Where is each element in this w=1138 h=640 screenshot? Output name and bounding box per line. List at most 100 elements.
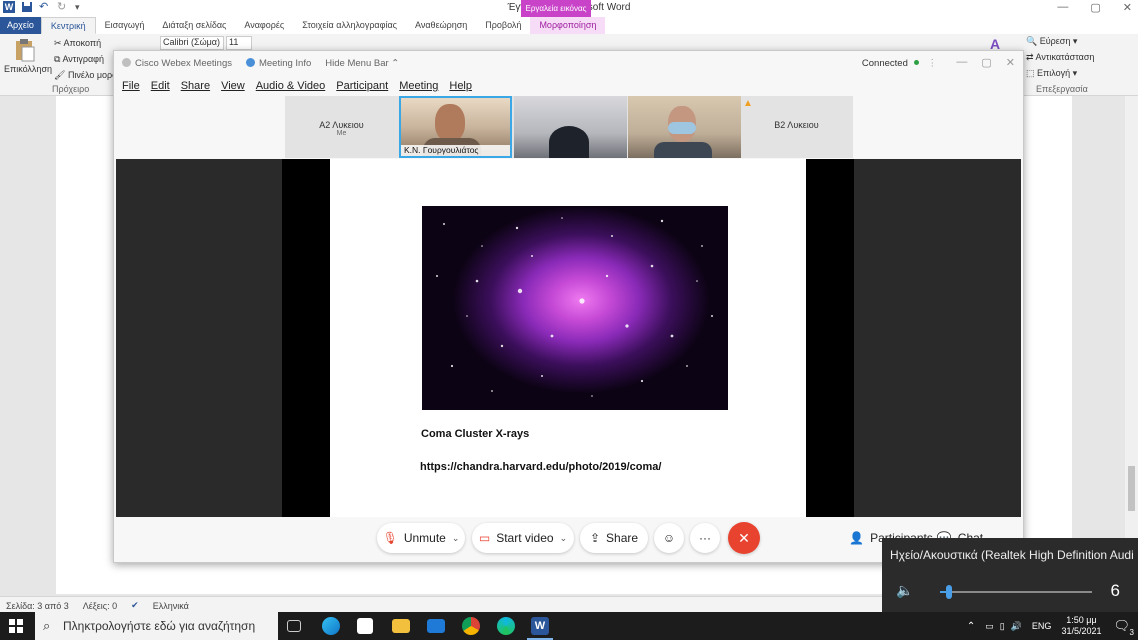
ribbon-tabs: Αρχείο Κεντρική Εισαγωγή Διάταξη σελίδας… [0, 17, 1138, 34]
proofing-icon[interactable]: ✔ [131, 600, 139, 611]
volume-tray-icon[interactable]: 🔊 [1011, 621, 1022, 632]
language-indicator[interactable]: Ελληνικά [153, 601, 189, 611]
menu-audio-video[interactable]: Audio & Video [256, 80, 326, 92]
tab-format[interactable]: Μορφοποίηση [530, 17, 606, 34]
word-taskbar-icon[interactable]: W [531, 617, 549, 635]
tab-file[interactable]: Αρχείο [0, 17, 41, 34]
speaker-icon[interactable]: 🔈 [896, 582, 913, 599]
vertical-scrollbar[interactable] [1125, 96, 1138, 596]
menu-file[interactable]: File [122, 80, 140, 92]
file-explorer-icon[interactable] [392, 619, 410, 633]
volume-slider-thumb[interactable] [946, 585, 953, 599]
chevron-down-icon[interactable]: ⌄ [452, 533, 460, 544]
end-meeting-button[interactable]: ✕ [728, 522, 760, 554]
volume-value: 6 [1110, 581, 1120, 600]
volume-slider[interactable] [940, 585, 1092, 599]
info-icon [245, 58, 255, 67]
word-count[interactable]: Λέξεις: 0 [83, 601, 117, 611]
participant-3-shirt [654, 142, 712, 158]
page-count[interactable]: Σελίδα: 3 από 3 [6, 601, 69, 611]
clipboard-group-label: Πρόχειρο [52, 84, 90, 94]
close-icon[interactable]: ✕ [1123, 1, 1132, 14]
tab-mailings[interactable]: Στοιχεία αλληλογραφίας [293, 17, 406, 34]
share-icon: ⇪ [589, 531, 601, 545]
battery-icon[interactable]: ▯ [1000, 621, 1005, 632]
webex-window-controls: — ▢ ✕ [956, 56, 1015, 69]
chrome-icon[interactable] [462, 617, 480, 635]
star-field [436, 217, 713, 397]
menu-help[interactable]: Help [449, 80, 472, 92]
tab-insert[interactable]: Εισαγωγή [96, 17, 154, 34]
minimize-icon[interactable]: — [1057, 1, 1068, 14]
copy-button[interactable]: ⧉ Αντιγραφή [54, 54, 104, 65]
network-icon[interactable]: ▭ [985, 621, 994, 632]
shared-slide-frame: Coma Cluster X-rays https://chandra.harv… [282, 159, 854, 517]
edge-icon[interactable] [322, 617, 340, 635]
participant-tile-b2[interactable]: Β2 Λυκειου [740, 120, 853, 130]
format-painter-button[interactable]: 🖌 Πινέλο μορφ [54, 70, 118, 81]
show-hidden-icons-icon[interactable]: ⌃ [967, 621, 975, 632]
active-speaker-video[interactable]: Κ.Ν. Γουργουλιάτος [399, 96, 512, 158]
find-button[interactable]: 🔍 Εύρεση ▾ [1026, 36, 1077, 47]
cut-button[interactable]: ✂ Αποκοπή [54, 38, 101, 49]
picture-tools-context-label: Εργαλεία εικόνας [521, 0, 591, 17]
scrollbar-thumb[interactable] [1128, 466, 1135, 511]
unmute-button[interactable]: 🎙 Unmute ⌄ [377, 523, 465, 553]
webex-menu-bar: File Edit Share View Audio & Video Parti… [114, 76, 1023, 96]
webex-window: Cisco Webex Meetings Meeting Info Hide M… [113, 50, 1024, 563]
menu-edit[interactable]: Edit [151, 80, 170, 92]
participant-2-head [549, 126, 589, 158]
person-icon: 👤 [849, 531, 865, 545]
active-speaker-name: Κ.Ν. Γουργουλιάτος [401, 145, 510, 156]
menu-view[interactable]: View [221, 80, 245, 92]
volume-flyout: Ηχείο/Ακουστικά (Realtek High Definition… [882, 538, 1138, 612]
face-mask-icon [668, 122, 696, 134]
warning-icon: ▲ [743, 98, 753, 109]
video-off-icon: ▭ [478, 531, 491, 545]
slide-url: https://chandra.harvard.edu/photo/2019/c… [420, 461, 662, 473]
participant-strip: Α2 Λυκειου Me Κ.Ν. Γουργουλιάτος Β2 Λυκε… [285, 96, 853, 158]
participant-video-3[interactable] [628, 96, 741, 158]
more-options-button[interactable]: ··· [690, 523, 720, 553]
emoji-icon: ☺ [662, 531, 676, 545]
share-button[interactable]: ⇪ Share [580, 523, 648, 553]
reactions-button[interactable]: ☺ [654, 523, 684, 553]
webex-minimize-icon[interactable]: — [956, 56, 967, 69]
tab-references[interactable]: Αναφορές [235, 17, 293, 34]
audio-device-name[interactable]: Ηχείο/Ακουστικά (Realtek High Definition… [890, 548, 1134, 562]
select-button[interactable]: ⬚ Επιλογή ▾ [1026, 68, 1077, 79]
chevron-down-icon[interactable]: ⌄ [560, 533, 568, 544]
shared-content-stage: Coma Cluster X-rays https://chandra.harv… [116, 159, 1021, 517]
start-button[interactable] [9, 619, 23, 633]
menu-meeting[interactable]: Meeting [399, 80, 438, 92]
mail-icon[interactable] [427, 619, 445, 633]
tab-page-layout[interactable]: Διάταξη σελίδας [153, 17, 235, 34]
tab-review[interactable]: Αναθεώρηση [406, 17, 476, 34]
menu-share[interactable]: Share [181, 80, 210, 92]
participant-video-2[interactable] [514, 96, 627, 158]
tab-home[interactable]: Κεντρική [40, 17, 96, 34]
connection-status: Connected ⋮ [861, 58, 937, 69]
tab-view[interactable]: Προβολή [476, 17, 530, 34]
menu-participant[interactable]: Participant [336, 80, 388, 92]
webex-close-icon[interactable]: ✕ [1006, 56, 1015, 69]
store-icon[interactable] [357, 618, 373, 634]
font-name-box[interactable]: Calibri (Σώμα) [160, 36, 224, 50]
microphone-muted-icon: 🎙 [382, 531, 398, 545]
maximize-icon[interactable]: ▢ [1090, 1, 1100, 14]
hide-menu-bar-button[interactable]: Hide Menu Bar ⌃ [325, 58, 399, 69]
task-view-icon[interactable] [287, 620, 301, 632]
participant-tile-a2[interactable]: Α2 Λυκειου Me [285, 120, 398, 137]
paste-button[interactable]: Επικόλληση [4, 38, 52, 74]
windows-logo-icon [9, 619, 23, 633]
webex-taskbar-icon[interactable] [497, 617, 515, 635]
input-language[interactable]: ENG [1032, 621, 1052, 631]
replace-button[interactable]: ⇄ Αντικατάσταση [1026, 52, 1094, 63]
clock[interactable]: 1:50 μμ 31/5/2021 [1061, 615, 1101, 637]
font-size-box[interactable]: 11 [226, 36, 252, 50]
start-video-button[interactable]: ▭ Start video ⌄ [472, 523, 574, 553]
taskbar-search-box[interactable]: ⌕ Πληκτρολογήστε εδώ για αναζήτηση [35, 612, 278, 640]
notifications-icon[interactable]: 🗨 3 [1113, 618, 1134, 637]
meeting-info-button[interactable]: Meeting Info [245, 58, 311, 69]
webex-maximize-icon[interactable]: ▢ [981, 56, 991, 69]
